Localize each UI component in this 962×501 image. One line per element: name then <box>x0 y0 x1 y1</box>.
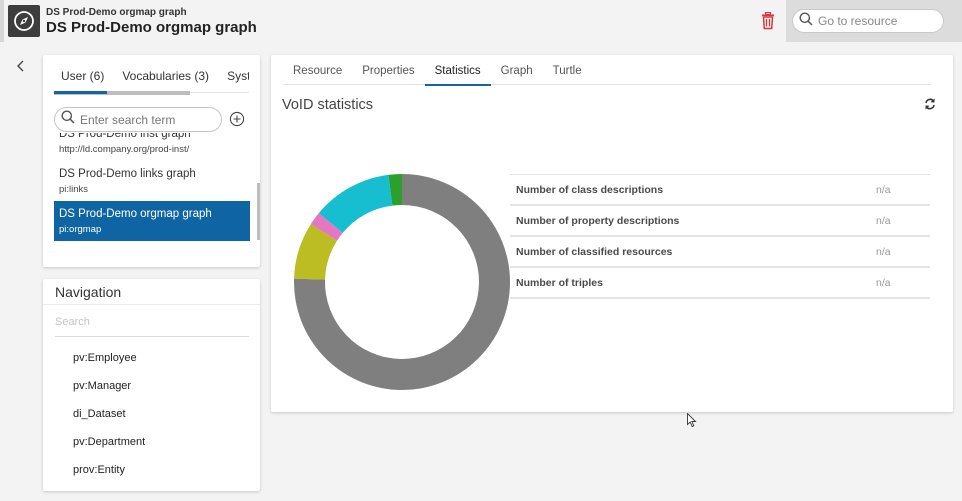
navigation-title: Navigation <box>55 284 122 300</box>
stat-label: Number of classified resources <box>516 245 673 258</box>
compass-icon <box>8 5 40 37</box>
graph-name: DS Prod-Demo inst graph <box>59 133 191 140</box>
stat-value: n/a <box>876 183 891 196</box>
tab-statistics[interactable]: Statistics <box>424 55 491 86</box>
tab-turtle[interactable]: Turtle <box>543 55 592 85</box>
navigation-item[interactable]: pv:Employee <box>73 349 145 377</box>
header-subtitle: DS Prod-Demo orgmap graph <box>46 7 187 18</box>
stats-row: Number of triples n/a <box>510 268 930 299</box>
graph-name: DS Prod-Demo links graph <box>59 168 196 180</box>
navigation-panel: Navigation pv:Employee pv:Manager di_Dat… <box>43 279 260 491</box>
stat-label: Number of triples <box>516 276 603 289</box>
stat-value: n/a <box>876 276 891 289</box>
graph-uri: pi:links <box>59 184 89 195</box>
tab-user[interactable]: User (6) <box>53 69 114 92</box>
navigation-list: pv:Employee pv:Manager di_Dataset pv:Dep… <box>73 349 145 489</box>
graph-tabs: User (6) Vocabularies (3) Syster <box>53 69 249 93</box>
tab-vocabularies[interactable]: Vocabularies (3) <box>114 69 219 92</box>
page-title: DS Prod-Demo orgmap graph <box>46 19 257 36</box>
stats-row: Number of property descriptions n/a <box>510 206 930 237</box>
graph-search-input[interactable] <box>80 112 210 127</box>
navigation-search-input[interactable] <box>55 316 249 337</box>
stats-row: Number of classified resources n/a <box>510 237 930 268</box>
tab-properties[interactable]: Properties <box>352 55 424 85</box>
tab-resource[interactable]: Resource <box>283 55 352 85</box>
navigation-item[interactable]: pv:Manager <box>73 377 145 405</box>
stat-label: Number of property descriptions <box>516 214 680 227</box>
graph-list-scrollbar[interactable] <box>257 183 260 240</box>
graph-uri: http://ld.company.org/prod-inst/ <box>59 144 190 155</box>
navigation-item[interactable]: di_Dataset <box>73 405 145 433</box>
tab-system[interactable]: Syster <box>219 69 249 92</box>
stat-label: Number of class descriptions <box>516 183 664 196</box>
resource-panel: Resource Properties Statistics Graph Tur… <box>271 55 953 412</box>
tab-graph[interactable]: Graph <box>491 55 543 85</box>
void-donut-chart <box>294 174 510 390</box>
header-edge <box>0 0 4 42</box>
tabs-scrollbar[interactable] <box>54 91 190 95</box>
navigation-item[interactable]: prov:Entity <box>73 461 145 489</box>
graph-list-item-selected[interactable]: DS Prod-Demo orgmap graph pi:orgmap <box>54 201 250 241</box>
chevron-left-icon[interactable] <box>14 58 28 74</box>
void-stats-table: Number of class descriptions n/a Number … <box>510 174 930 299</box>
navigation-item[interactable]: pv:Department <box>73 433 145 461</box>
graph-list-item[interactable]: DS Prod-Demo inst graph http://ld.compan… <box>54 133 250 161</box>
app-header: DS Prod-Demo orgmap graph DS Prod-Demo o… <box>0 0 962 42</box>
graph-name: DS Prod-Demo orgmap graph <box>59 208 212 220</box>
graph-uri: pi:orgmap <box>59 224 102 235</box>
search-icon <box>799 12 813 31</box>
resource-tabs: Resource Properties Statistics Graph Tur… <box>283 55 931 86</box>
mouse-cursor-icon <box>687 412 697 433</box>
divider <box>43 304 260 305</box>
stat-value: n/a <box>876 245 891 258</box>
trash-icon[interactable] <box>760 11 776 30</box>
stat-value: n/a <box>876 214 891 227</box>
plus-circle-icon[interactable] <box>229 111 245 127</box>
graph-list: DS Prod-Demo inst graph http://ld.compan… <box>54 133 250 253</box>
goto-resource-area <box>786 0 962 42</box>
stats-row: Number of class descriptions n/a <box>510 175 930 206</box>
graph-list-item[interactable]: DS Prod-Demo links graph pi:links <box>54 161 250 201</box>
active-tab-indicator <box>54 91 107 94</box>
goto-resource-input[interactable] <box>818 14 938 28</box>
graph-list-panel: User (6) Vocabularies (3) Syster DS Prod… <box>43 55 260 267</box>
search-icon <box>61 110 75 129</box>
graph-search[interactable] <box>54 107 222 132</box>
goto-resource-search[interactable] <box>792 9 944 33</box>
refresh-icon[interactable] <box>923 97 937 111</box>
section-title: VoID statistics <box>282 97 374 113</box>
